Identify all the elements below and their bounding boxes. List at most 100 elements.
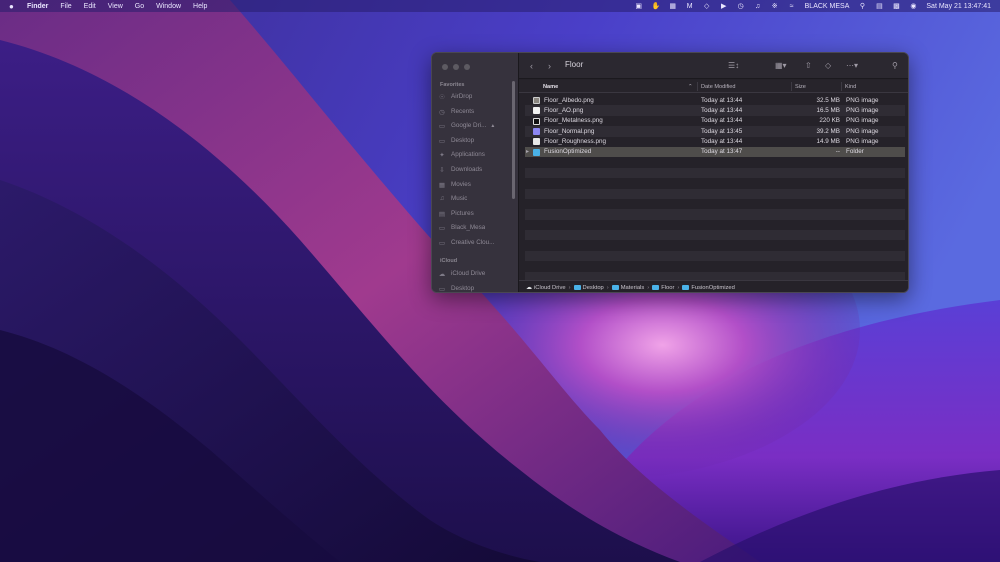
search-icon[interactable]: ⚲ (892, 60, 898, 72)
file-kind: PNG image (846, 138, 879, 146)
sidebar-item-pictures[interactable]: ▤ Pictures (438, 208, 510, 219)
menu-help[interactable]: Help (193, 3, 207, 10)
sidebar-item-applications[interactable]: ✦ Applications (438, 149, 510, 160)
sidebar-item-desktop[interactable]: ▭ Desktop (438, 135, 510, 146)
hand-icon[interactable]: ✋ (652, 3, 661, 10)
group-by-icon[interactable]: ▦▾ (775, 60, 787, 72)
play-icon[interactable]: ▶ (720, 3, 728, 10)
path-segment-desktop[interactable]: Desktop (573, 285, 604, 291)
sidebar-item-label: Pictures (451, 210, 474, 217)
sidebar-item-google-drive[interactable]: ▭ Google Dri... ▲ (438, 120, 510, 131)
status-label[interactable]: BLACK MESA (805, 3, 850, 10)
sidebar-item-label: Music (451, 195, 468, 202)
teams-icon[interactable]: ▣ (635, 3, 643, 10)
file-row-albedo[interactable]: Floor_Albedo.png Today at 13:44 32.5 MB … (525, 95, 905, 105)
image-file-icon (533, 107, 540, 115)
file-kind: PNG image (846, 106, 879, 114)
clock-icon: ◷ (439, 108, 445, 116)
menu-window[interactable]: Window (156, 3, 181, 10)
file-kind: Folder (846, 148, 864, 156)
bluetooth-icon[interactable]: ※ (771, 3, 779, 10)
folder-row-fusionoptimized[interactable]: ▸ FusionOptimized Today at 13:47 -- Fold… (525, 146, 905, 158)
sidebar-item-downloads[interactable]: ⇩ Downloads (438, 164, 510, 175)
volume-icon[interactable]: ♫ (754, 3, 762, 10)
sidebar-item-recents[interactable]: ◷ Recents (438, 106, 510, 117)
folder-icon (533, 148, 540, 156)
sidebar-item-icloud-desktop[interactable]: ▭ Desktop (438, 283, 510, 293)
menubar-clock[interactable]: Sat May 21 13:47:41 (926, 3, 991, 10)
forward-button[interactable]: › (548, 60, 551, 72)
column-divider[interactable] (841, 82, 842, 91)
file-date: Today at 13:45 (701, 127, 743, 135)
more-actions-icon[interactable]: ⋯▾ (846, 60, 858, 72)
sidebar-item-label: AirDrop (451, 93, 473, 100)
file-row-metalness[interactable]: Floor_Metalness.png Today at 13:44 220 K… (525, 116, 905, 126)
sidebar-item-creative-cloud[interactable]: ▭ Creative Clou... (438, 237, 510, 248)
eject-icon[interactable]: ▲ (490, 123, 495, 129)
column-divider[interactable] (791, 82, 792, 91)
menu-bar: ● Finder File Edit View Go Window Help ▣… (0, 0, 1000, 12)
path-segment-floor[interactable]: Floor (652, 285, 674, 291)
file-row-normal[interactable]: Floor_Normal.png Today at 13:45 39.2 MB … (525, 126, 905, 137)
file-row-ao[interactable]: Floor_AO.png Today at 13:44 16.5 MB PNG … (525, 105, 905, 116)
column-kind[interactable]: Kind (845, 84, 856, 90)
sidebar-item-movies[interactable]: ▦ Movies (438, 179, 510, 190)
tag-icon[interactable]: ◇ (825, 60, 831, 72)
column-size[interactable]: Size (795, 84, 806, 90)
file-row-roughness[interactable]: Floor_Roughness.png Today at 13:44 14.9 … (525, 137, 905, 147)
sidebar-item-airdrop[interactable]: ☉ AirDrop (438, 91, 510, 102)
search-icon[interactable]: ⚲ (858, 3, 866, 10)
minimize-window-button[interactable] (453, 64, 459, 70)
path-segment-fusionoptimized[interactable]: FusionOptimized (682, 285, 735, 291)
column-divider[interactable] (697, 82, 698, 91)
folder-icon: ▭ (438, 239, 446, 247)
sidebar: Favorites ☉ AirDrop ◷ Recents ▭ Google D… (432, 53, 519, 293)
clock-icon[interactable]: ◷ (737, 3, 745, 10)
dropbox-icon[interactable]: ◇ (703, 3, 711, 10)
sidebar-item-icloud-drive[interactable]: ☁ iCloud Drive (438, 268, 510, 279)
path-segment-materials[interactable]: Materials (611, 284, 645, 291)
column-name[interactable]: Name (543, 84, 558, 90)
back-button[interactable]: ‹ (530, 60, 533, 72)
apple-menu-icon[interactable]: ● (9, 2, 19, 11)
sidebar-scrollbar[interactable] (512, 81, 515, 199)
file-size: 32.5 MB (816, 96, 840, 104)
list-view-icon[interactable]: ☰↕ (728, 60, 739, 72)
menu-finder[interactable]: Finder (27, 3, 48, 10)
menu-file[interactable]: File (60, 3, 71, 10)
zoom-window-button[interactable] (464, 64, 470, 70)
column-date-modified[interactable]: Date Modified (701, 84, 736, 90)
notification-icon[interactable]: ▩ (892, 3, 900, 10)
empty-row (525, 220, 905, 230)
wifi-icon[interactable]: ≈ (788, 3, 796, 10)
close-window-button[interactable] (442, 64, 448, 70)
music-icon: ♫ (439, 195, 445, 202)
path-label: Materials (620, 284, 645, 291)
malwarebytes-icon[interactable]: M (686, 3, 694, 10)
sidebar-item-black-mesa[interactable]: ▭ Black_Mesa (438, 222, 510, 233)
menu-go[interactable]: Go (135, 3, 144, 10)
menu-edit[interactable]: Edit (84, 3, 96, 10)
finder-window: Favorites ☉ AirDrop ◷ Recents ▭ Google D… (431, 52, 909, 293)
folder-icon (611, 285, 619, 290)
folder-icon (652, 285, 660, 290)
disclosure-chevron-icon[interactable]: ▸ (526, 148, 529, 155)
share-icon[interactable]: ⇧ (805, 60, 812, 72)
window-title: Floor (565, 60, 584, 69)
sidebar-item-music[interactable]: ♫ Music (438, 193, 510, 204)
menu-view[interactable]: View (108, 3, 123, 10)
desktop-icon: ▭ (438, 285, 446, 293)
sidebar-item-label: Creative Clou... (451, 239, 495, 246)
folder-icon: ▭ (438, 224, 446, 232)
cloud-icon: ☁ (526, 285, 532, 291)
drive-icon: ▭ (438, 122, 446, 130)
sort-ascending-icon[interactable]: ⌃ (688, 84, 693, 90)
file-size: 220 KB (819, 117, 840, 125)
sidebar-item-label: Applications (451, 151, 485, 158)
status-menu-area: ▣ ✋ ▦ M ◇ ▶ ◷ ♫ ※ ≈ BLACK MESA ⚲ ▤ ▩ ◉ S… (626, 0, 991, 12)
path-label: iCloud Drive (534, 284, 566, 291)
path-segment-icloud-drive[interactable]: ☁ iCloud Drive (526, 284, 566, 292)
siri-icon[interactable]: ◉ (909, 3, 917, 10)
control-center-icon[interactable]: ▤ (875, 3, 883, 10)
square-app-icon[interactable]: ▦ (669, 3, 677, 10)
